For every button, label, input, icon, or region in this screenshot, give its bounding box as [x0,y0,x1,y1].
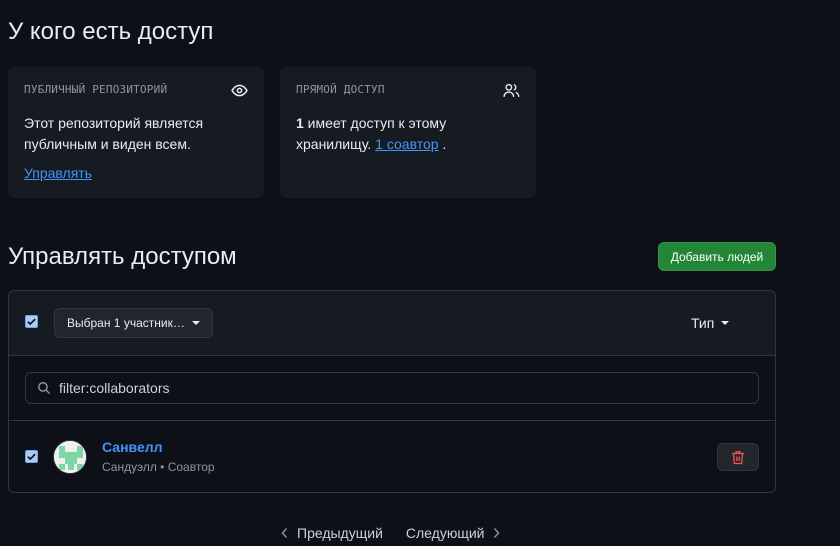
pagination: Предыдущий Следующий [280,525,501,541]
check-icon [27,453,36,461]
filter-field[interactable] [25,372,759,404]
type-filter-label: Тип [691,315,715,331]
add-people-button[interactable]: Добавить людей [658,242,776,271]
search-icon [38,382,51,395]
direct-access-card-title: ПРЯМОЙ ДОСТУП [296,83,385,96]
member-checkbox[interactable] [25,450,38,463]
public-repo-card-text: Этот репозиторий является публичным и ви… [24,115,204,152]
next-page-button[interactable]: Следующий [406,525,502,541]
members-box: Выбран 1 участник… Тип filter:collaborat… [8,290,776,493]
check-icon [27,318,36,326]
public-repo-card: ПУБЛИЧНЫЙ РЕПОЗИТОРИЙ Этот репозиторий я… [8,67,264,198]
next-page-label: Следующий [405,525,485,541]
avatar[interactable] [53,440,87,474]
select-all-checkbox[interactable] [25,315,38,328]
people-icon [503,83,520,97]
filter-input[interactable] [59,380,739,396]
filter-row [9,356,775,421]
bulk-select-label: Выбран 1 участник… [67,316,185,330]
member-subtitle: Сандуэлл • Соавтор [102,460,215,474]
bulk-select-dropdown[interactable]: Выбран 1 участник… [54,308,213,338]
direct-access-card: ПРЯМОЙ ДОСТУП 1 имеет доступ к этому хра… [280,67,536,198]
identicon-icon [54,441,86,473]
direct-access-count: 1 [296,115,304,131]
page-title: У кого есть доступ [8,18,214,45]
direct-access-text-b: . [438,136,447,152]
member-row: Санвелл Сандуэлл • Соавтор [9,421,775,492]
chevron-down-icon [191,321,200,325]
members-box-header: Выбран 1 участник… Тип [9,291,775,356]
member-name-link[interactable]: Санвелл [102,439,163,455]
trash-icon [732,450,744,464]
previous-page-label: Предыдущий [297,525,383,541]
manage-access-title: Управлять доступом [8,243,237,270]
public-repo-card-title: ПУБЛИЧНЫЙ РЕПОЗИТОРИЙ [24,83,168,96]
remove-member-button[interactable] [717,443,759,471]
chevron-left-icon [281,528,288,538]
manage-visibility-link[interactable]: Управлять [24,165,92,181]
direct-access-card-text: 1 имеет доступ к этому хранилищу. 1 соав… [296,113,520,155]
collaborators-link[interactable]: 1 соавтор [375,136,438,152]
eye-icon [231,84,248,97]
type-filter-dropdown[interactable]: Тип [691,315,730,331]
chevron-down-icon [721,321,730,325]
chevron-right-icon [494,528,500,538]
previous-page-button[interactable]: Предыдущий [280,525,383,541]
